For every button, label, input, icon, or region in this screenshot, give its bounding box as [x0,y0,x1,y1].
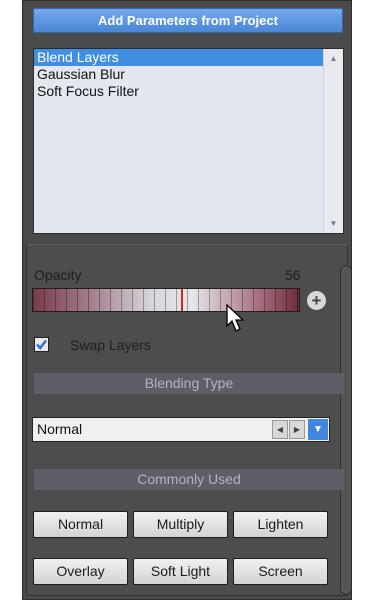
blend-screen-button[interactable]: Screen [233,558,328,585]
parameters-panel: Add Parameters from Project Blend Layers… [22,0,352,600]
blending-type-header: Blending Type [34,373,344,394]
scroll-up-icon[interactable]: ▲ [324,54,343,63]
opacity-slider[interactable] [32,288,300,312]
add-parameters-button[interactable]: Add Parameters from Project [33,8,343,33]
swap-layers-checkbox[interactable] [34,337,49,352]
opacity-value: 56 [285,267,301,283]
previous-arrow-icon[interactable]: ◀ [272,420,288,439]
add-keyframe-icon[interactable]: + [307,291,326,310]
slider-ticks [33,289,299,311]
blend-soft-light-button[interactable]: Soft Light [133,558,228,585]
next-arrow-icon[interactable]: ▶ [289,420,305,439]
checkmark-icon [36,339,47,350]
list-item[interactable]: Gaussian Blur [34,66,323,83]
project-parameters-list[interactable]: Blend Layers Gaussian Blur Soft Focus Fi… [33,48,344,234]
settings-scrollbar[interactable] [340,265,352,595]
blending-type-value: Normal [37,421,83,437]
list-item[interactable]: Blend Layers [34,49,323,66]
blend-multiply-button[interactable]: Multiply [133,511,228,538]
blend-lighten-button[interactable]: Lighten [233,511,328,538]
commonly-used-header: Commonly Used [34,469,344,490]
list-scrollbar[interactable]: ▲ ▼ [323,49,343,233]
chevron-down-icon[interactable]: ▼ [308,419,328,440]
opacity-label: Opacity [34,267,82,283]
blend-overlay-button[interactable]: Overlay [33,558,128,585]
scroll-down-icon[interactable]: ▼ [324,219,343,228]
blend-normal-button[interactable]: Normal [33,511,128,538]
list-item[interactable]: Soft Focus Filter [34,83,323,100]
mouse-pointer-icon [226,304,245,332]
slider-handle[interactable] [181,289,183,311]
blending-type-select[interactable]: Normal ◀ ▶ ▼ [32,417,330,442]
swap-layers-label: Swap Layers [70,337,151,353]
